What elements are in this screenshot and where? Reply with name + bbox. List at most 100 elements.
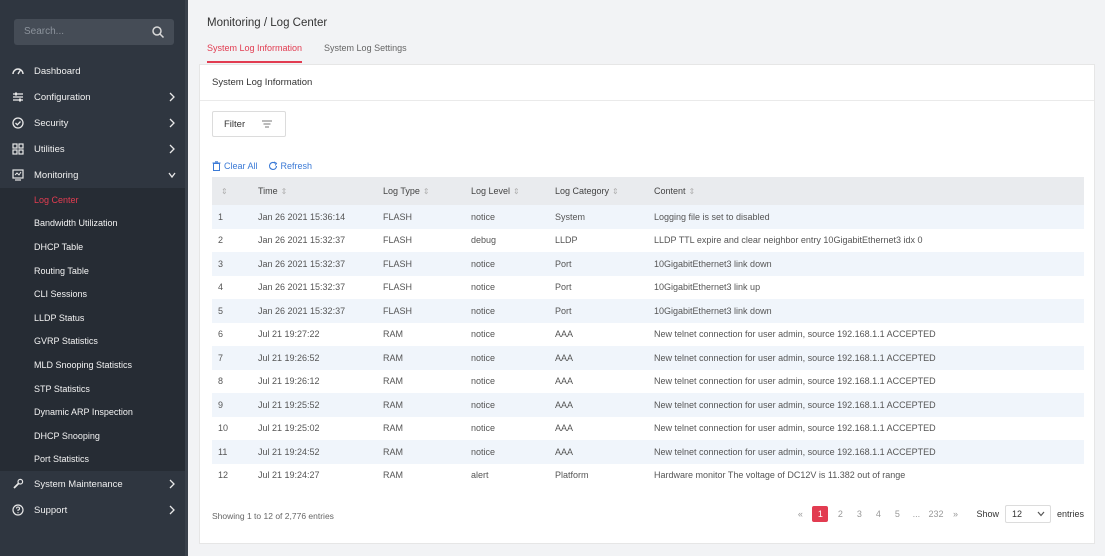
page-button[interactable]: 5 [890,506,904,522]
sidebar-subitem-dhcp-table[interactable]: DHCP Table [0,235,188,259]
sidebar-subitem-routing-table[interactable]: Routing Table [0,259,188,283]
sidebar-subitem-log-center[interactable]: Log Center [0,188,188,212]
cell-index: 3 [212,252,252,276]
column-header-log-category[interactable]: Log Category ⇕ [549,177,648,205]
search-placeholder: Search... [24,26,65,37]
page-button[interactable]: 232 [928,506,943,522]
wrench-icon [12,478,24,490]
cell-content: New telnet connection for user admin, so… [654,376,936,387]
sidebar-subitem-cli-sessions[interactable]: CLI Sessions [0,282,188,306]
cell-time: Jul 21 19:25:02 [258,423,320,434]
table-body: 1 Jan 26 2021 15:36:14 FLASH notice System Lo… [212,205,1084,487]
cell-log-category: Port [555,282,572,293]
cell-log-level: notice [465,440,549,464]
page-button[interactable]: 2 [833,506,847,522]
sidebar: Search... Dashboard Configuration Securi… [0,0,188,556]
sidebar-item-system-maintenance[interactable]: System Maintenance [0,471,188,497]
sidebar-item-security[interactable]: Security [0,110,188,136]
table-row[interactable]: 9 Jul 21 19:25:52 RAM notice AAA New telnet c… [212,393,1084,417]
breadcrumb: Monitoring / Log Center [207,17,328,29]
sort-icon: ⇕ [513,187,520,196]
table-row[interactable]: 3 Jan 26 2021 15:32:37 FLASH notice Port 10Gi… [212,252,1084,276]
cell-log-type: FLASH [377,205,465,229]
cell-log-level: notice [471,329,496,340]
sidebar-subitem-port-statistics[interactable]: Port Statistics [0,448,188,472]
table-row[interactable]: 12 Jul 21 19:24:27 RAM alert Platform Hardwar… [212,464,1084,488]
cell-log-category: AAA [549,346,648,370]
page-button[interactable]: 4 [871,506,885,522]
search-icon[interactable] [151,25,165,39]
column-header-content[interactable]: Content ⇕ [648,177,1084,205]
sidebar-scrollbar[interactable] [185,0,188,556]
refresh-icon [268,161,277,170]
sidebar-item-utilities[interactable]: Utilities [0,136,188,162]
page-prev-button[interactable]: « [793,506,807,522]
column-header-index[interactable]: ⇕ [212,177,252,205]
filter-label: Filter [224,118,246,130]
table-row[interactable]: 8 Jul 21 19:26:12 RAM notice AAA New telnet c… [212,370,1084,394]
table-row[interactable]: 10 Jul 21 19:25:02 RAM notice AAA New telnet … [212,417,1084,441]
sidebar-subitem-mld-snooping-statistics[interactable]: MLD Snooping Statistics [0,353,188,377]
page-next-button[interactable]: » [948,506,962,522]
clear-all-button[interactable]: Clear All [212,161,258,171]
entries-info: Showing 1 to 12 of 2,776 entries [212,511,334,521]
page-button[interactable]: 3 [852,506,866,522]
page-button[interactable]: 1 [812,506,829,522]
sidebar-subitem-lldp-status[interactable]: LLDP Status [0,306,188,330]
cell-time: Jul 21 19:24:27 [258,470,320,481]
page-ellipsis: ... [912,509,921,519]
page-size-select[interactable]: 12 [1004,505,1051,523]
clear-all-label: Clear All [224,161,258,171]
cell-log-level: notice [471,376,496,387]
sidebar-item-dashboard[interactable]: Dashboard [0,58,188,84]
column-header-log-level[interactable]: Log Level ⇕ [465,177,549,205]
dashboard-icon [12,65,24,77]
table-row[interactable]: 5 Jan 26 2021 15:32:37 FLASH notice Port 10Gi… [212,299,1084,323]
sidebar-subitem-dynamic-arp-inspection[interactable]: Dynamic ARP Inspection [0,400,188,424]
sidebar-item-configuration[interactable]: Configuration [0,84,188,110]
filter-button[interactable]: Filter [212,111,286,137]
cell-log-type: RAM [383,470,403,481]
cell-content: 10GigabitEthernet3 link down [648,252,1084,276]
sidebar-item-support[interactable]: Support [0,497,188,523]
cell-log-category: AAA [549,393,648,417]
cell-log-level: notice [465,205,549,229]
entries-label: entries [1056,509,1084,519]
search-input[interactable]: Search... [14,19,174,45]
cell-log-level: notice [471,423,496,434]
cell-log-type: RAM [377,393,465,417]
cell-log-type: FLASH [377,252,465,276]
sidebar-subitem-stp-statistics[interactable]: STP Statistics [0,377,188,401]
table-row[interactable]: 1 Jan 26 2021 15:36:14 FLASH notice System Lo… [212,205,1084,229]
pagination: « 1 2 3 4 5 ... 232 » Show 12 entries [788,505,1084,523]
sidebar-item-monitoring[interactable]: Monitoring [0,162,188,188]
cell-log-level: debug [471,235,497,246]
table-row[interactable]: 7 Jul 21 19:26:52 RAM notice AAA New telnet c… [212,346,1084,370]
column-header-log-type[interactable]: Log Type ⇕ [377,177,465,205]
table-row[interactable]: 6 Jul 21 19:27:22 RAM notice AAA New telnet c… [212,323,1084,347]
cell-log-category: Platform [555,470,589,481]
log-panel: System Log Information Filter Clear All … [199,64,1095,544]
cell-log-category: AAA [555,423,574,434]
tab-system-log-settings[interactable]: System Log Settings [324,43,407,63]
table-row[interactable]: 4 Jan 26 2021 15:32:37 FLASH notice Port 10Gi… [212,276,1084,300]
sidebar-subitem-gvrp-statistics[interactable]: GVRP Statistics [0,330,188,354]
table-row[interactable]: 2 Jan 26 2021 15:32:37 FLASH debug LLDP LLDP … [212,229,1084,253]
column-header-time[interactable]: Time ⇕ [252,177,377,205]
cell-log-level: notice [465,393,549,417]
tab-system-log-information[interactable]: System Log Information [207,43,303,63]
monitor-icon [12,169,24,181]
sidebar-subitem-bandwidth-utilization[interactable]: Bandwidth Utilization [0,212,188,236]
refresh-button[interactable]: Refresh [268,161,312,171]
panel-title: System Log Information [212,77,313,88]
cell-log-category: Port [549,299,648,323]
help-icon [12,504,24,516]
monitoring-submenu: Log Center Bandwidth Utilization DHCP Ta… [0,188,188,472]
chevron-right-icon [169,505,175,515]
sidebar-item-label: Dashboard [34,65,81,77]
sort-icon: ⇕ [422,187,430,196]
sort-icon: ⇕ [612,187,619,196]
sidebar-subitem-dhcp-snooping[interactable]: DHCP Snooping [0,424,188,448]
table-row[interactable]: 11 Jul 21 19:24:52 RAM notice AAA New telnet … [212,440,1084,464]
table-actions: Clear All Refresh [212,161,322,171]
